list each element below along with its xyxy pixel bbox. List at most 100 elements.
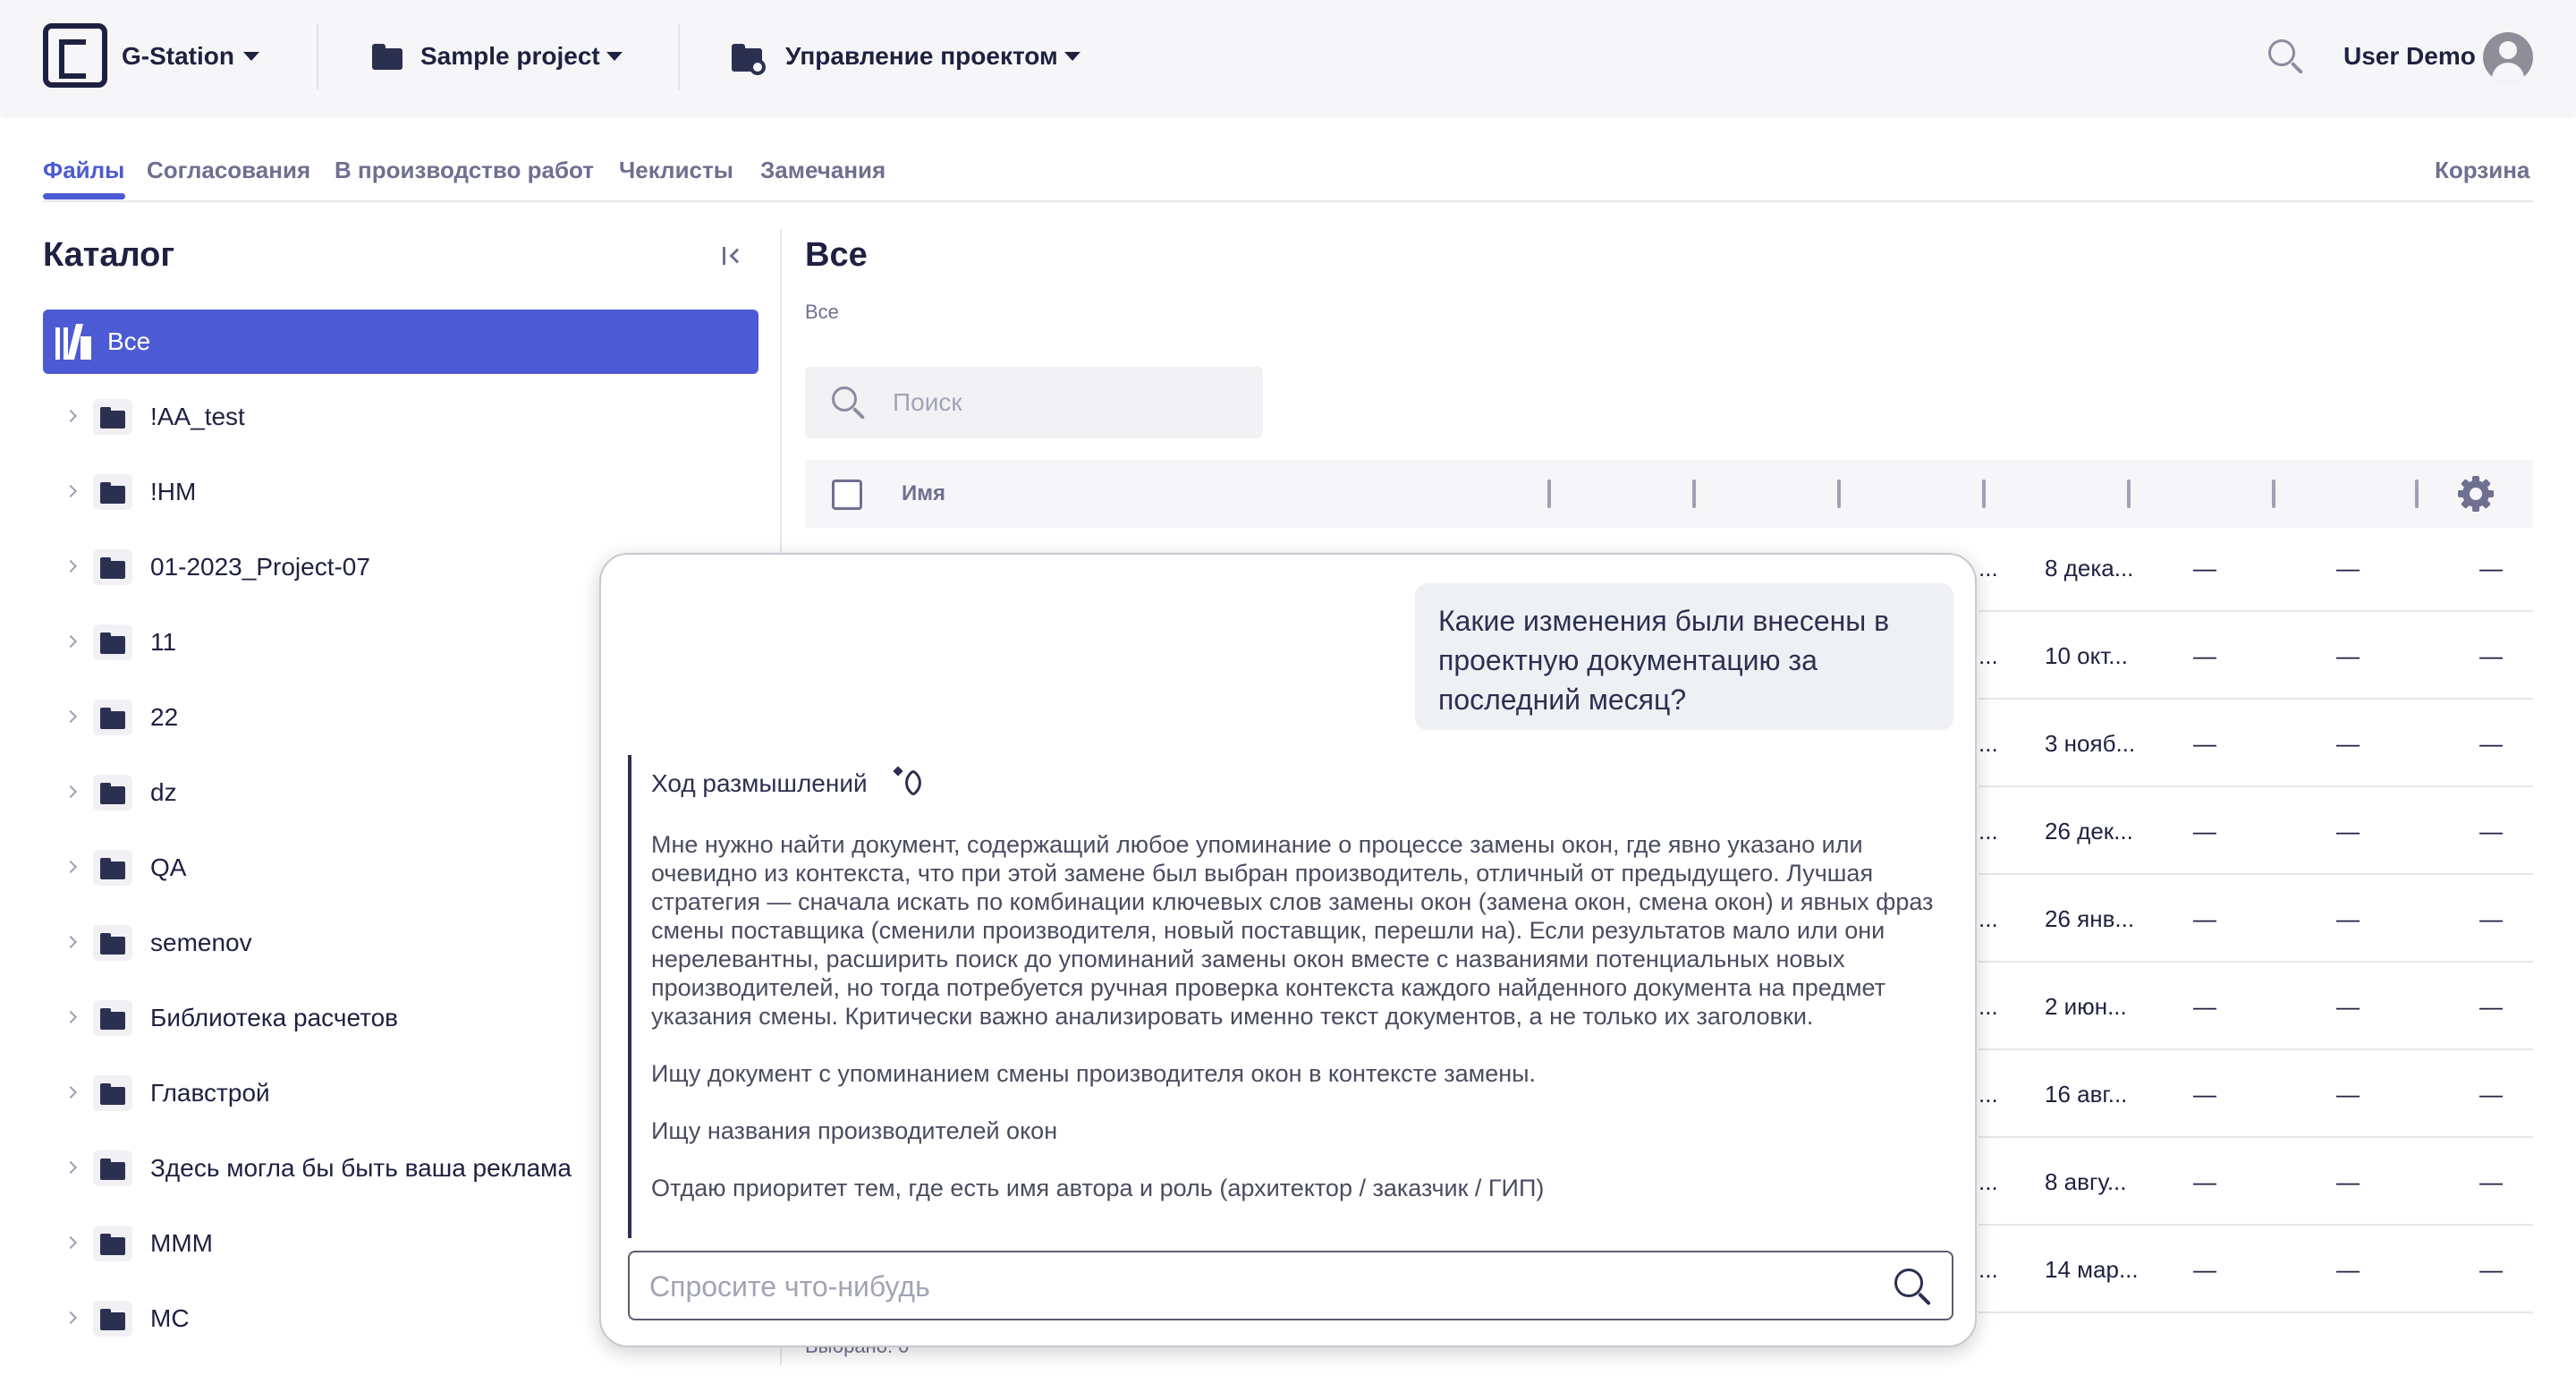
column-resize-handle[interactable] [1547, 480, 1551, 508]
cell-date: 8 авгу... [2045, 1168, 2127, 1195]
chevron-right-icon[interactable] [64, 860, 78, 874]
g-station-logo-icon[interactable] [43, 23, 107, 88]
chevron-right-icon[interactable] [64, 559, 78, 573]
cell-name: ... [1979, 555, 1998, 581]
cell-name: ... [1979, 1081, 1998, 1108]
folder-label: 22 [150, 703, 179, 731]
table-row[interactable]: ... 14 мар... — — — [1979, 1226, 2533, 1313]
column-header-name[interactable]: Имя [902, 481, 945, 506]
avatar-icon[interactable] [2483, 32, 2533, 82]
cell-value: — [2336, 555, 2360, 581]
breadcrumb[interactable]: Все [805, 301, 839, 324]
folder-label: Здесь могла бы быть ваша реклама [150, 1154, 572, 1182]
chevron-right-icon[interactable] [64, 484, 78, 498]
collapse-sidebar-icon[interactable] [723, 245, 746, 267]
chevron-right-icon[interactable] [64, 1010, 78, 1024]
cell-value: — [2336, 993, 2360, 1020]
chevron-right-icon[interactable] [64, 634, 78, 649]
column-resize-handle[interactable] [2127, 480, 2131, 508]
user-name[interactable]: User Demo [2343, 41, 2476, 72]
cell-value: — [2193, 818, 2216, 845]
divider [317, 23, 318, 89]
folder-label: !HM [150, 478, 197, 505]
cell-name: ... [1979, 730, 1998, 757]
search-icon[interactable] [2268, 39, 2304, 75]
cell-date: 26 дек... [2045, 818, 2133, 845]
cell-value: — [2479, 555, 2503, 581]
chat-input[interactable]: Спросите что-нибудь [628, 1251, 1953, 1320]
table-header: Имя [805, 460, 2533, 528]
cell-value: — [2193, 1168, 2216, 1195]
folder-icon [93, 925, 132, 961]
table-row[interactable]: ... 26 янв... — — — [1979, 875, 2533, 963]
cell-value: — [2336, 730, 2360, 757]
catalog-item-all[interactable]: Все [43, 310, 758, 374]
column-resize-handle[interactable] [1837, 480, 1841, 508]
reasoning-paragraph: Ищу названия производителей окон [651, 1117, 1058, 1144]
table-row[interactable]: ... 2 июн... — — — [1979, 963, 2533, 1050]
table-row[interactable]: ... 8 дека... — — — [1979, 524, 2533, 612]
user-message: Какие изменения были внесены в проектную… [1415, 583, 1953, 730]
chevron-right-icon[interactable] [64, 785, 78, 799]
column-resize-handle[interactable] [2415, 480, 2419, 508]
cell-name: ... [1979, 1256, 1998, 1283]
catalog-folder[interactable]: !HM [43, 465, 758, 519]
sparkle-icon [893, 766, 928, 800]
folder-icon [93, 624, 132, 660]
catalog-title: Каталог [43, 236, 175, 274]
chevron-down-icon[interactable] [1064, 52, 1080, 61]
catalog-item-label: Все [107, 327, 151, 355]
reasoning-title[interactable]: Ход размышлений [651, 769, 868, 798]
chevron-right-icon[interactable] [64, 1160, 78, 1175]
file-search-input[interactable]: Поиск [805, 367, 1263, 438]
cell-date: 16 авг... [2045, 1081, 2128, 1108]
table-row[interactable]: ... 8 авгу... — — — [1979, 1138, 2533, 1226]
search-icon[interactable] [1894, 1269, 1932, 1306]
tab-approvals[interactable]: Согласования [147, 156, 310, 184]
cell-name: ... [1979, 1168, 1998, 1195]
table-row[interactable]: ... 10 окт... — — — [1979, 612, 2533, 700]
cell-date: 14 мар... [2045, 1256, 2139, 1283]
folder-label: QA [150, 853, 187, 881]
folder-icon [93, 1150, 132, 1186]
app-name[interactable]: G-Station [122, 41, 234, 72]
table-row[interactable]: ... 16 авг... — — — [1979, 1050, 2533, 1138]
cell-value: — [2336, 642, 2360, 669]
folder-icon [93, 775, 132, 811]
section-name[interactable]: Управление проектом [785, 41, 1058, 72]
tab-checklists[interactable]: Чеклисты [619, 156, 733, 184]
gear-icon[interactable] [2458, 476, 2494, 512]
cell-value: — [2479, 818, 2503, 845]
column-resize-handle[interactable] [2272, 480, 2275, 508]
tab-production[interactable]: В производство работ [335, 156, 594, 184]
cell-value: — [2336, 905, 2360, 932]
chevron-right-icon[interactable] [64, 1311, 78, 1325]
chevron-right-icon[interactable] [64, 935, 78, 949]
column-resize-handle[interactable] [1982, 480, 1986, 508]
cell-value: — [2479, 642, 2503, 669]
chevron-right-icon[interactable] [64, 1085, 78, 1099]
project-name[interactable]: Sample project [420, 41, 600, 72]
chevron-right-icon[interactable] [64, 1235, 78, 1250]
tab-remarks[interactable]: Замечания [760, 156, 886, 184]
active-tab-indicator [43, 193, 125, 199]
folder-icon [93, 1226, 132, 1261]
cell-value: — [2336, 818, 2360, 845]
tab-trash[interactable]: Корзина [2435, 156, 2529, 184]
table-row[interactable]: ... 3 нояб... — — — [1979, 700, 2533, 787]
column-resize-handle[interactable] [1692, 480, 1696, 508]
catalog-folder[interactable]: !AA_test [43, 390, 758, 444]
chevron-down-icon[interactable] [606, 52, 623, 61]
chevron-right-icon[interactable] [64, 409, 78, 423]
folder-label: MMM [150, 1229, 213, 1257]
cell-value: — [2479, 730, 2503, 757]
page-title: Все [805, 236, 868, 274]
select-all-checkbox[interactable] [832, 480, 862, 510]
folder-icon [93, 399, 132, 435]
chevron-right-icon[interactable] [64, 709, 78, 724]
tab-files[interactable]: Файлы [43, 156, 124, 184]
table-row[interactable]: ... 26 дек... — — — [1979, 787, 2533, 875]
cell-value: — [2479, 1168, 2503, 1195]
folder-icon [93, 1075, 132, 1111]
chevron-down-icon[interactable] [243, 52, 259, 61]
